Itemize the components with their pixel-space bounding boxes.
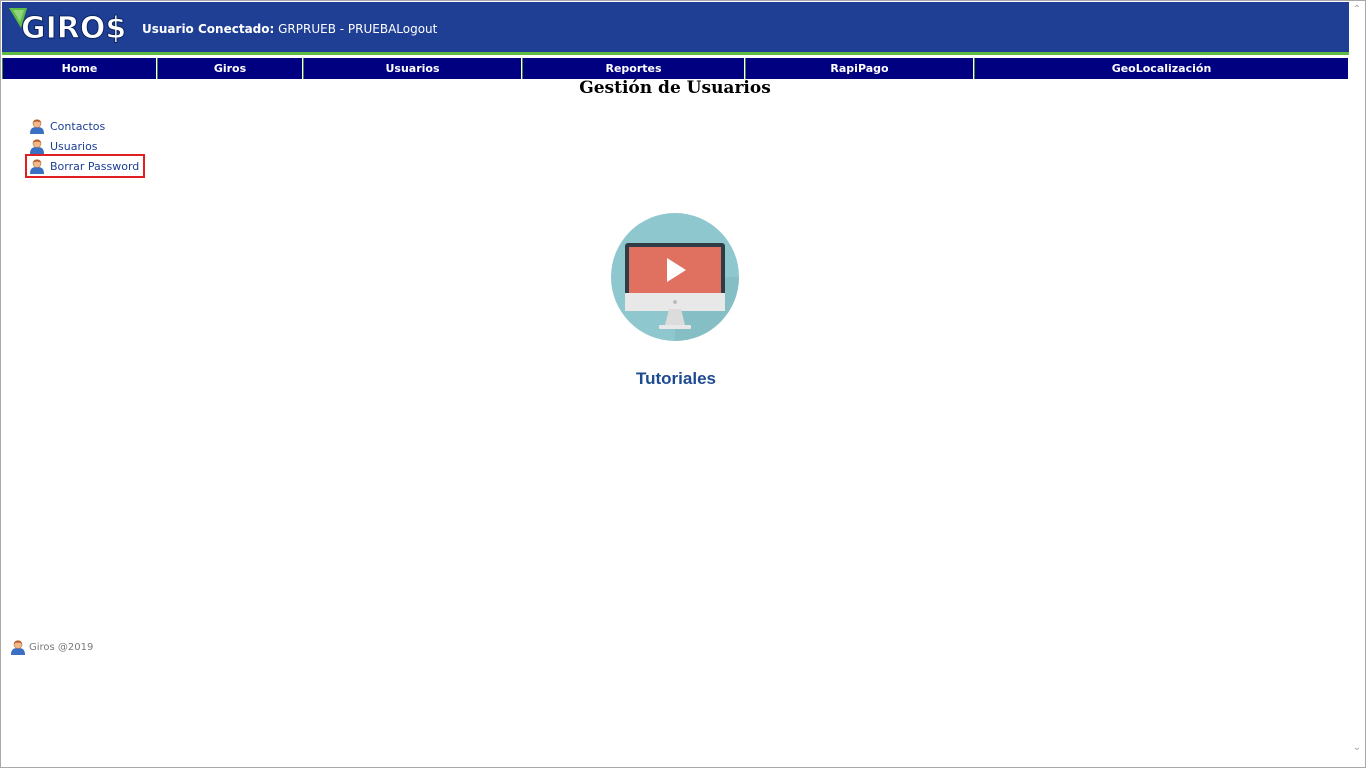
user-icon (30, 139, 44, 154)
nav-home[interactable]: Home (2, 58, 156, 79)
giros-logo[interactable]: GIRO$ (7, 6, 129, 48)
menu-item-contactos[interactable]: Contactos (29, 118, 105, 134)
nav-rapipago[interactable]: RapiPago (745, 58, 973, 79)
logout-link[interactable]: Logout (396, 22, 437, 36)
menu-item-label: Borrar Password (50, 159, 140, 173)
nav-giros[interactable]: Giros (157, 58, 302, 79)
menu-item-usuarios[interactable]: Usuarios (29, 138, 98, 154)
menu-item-label: Usuarios (50, 139, 98, 153)
header-bar: GIRO$ Usuario Conectado: GRPRUEB - PRUEB… (2, 2, 1349, 52)
menu-item-borrar-password[interactable]: Borrar Password (24, 154, 146, 178)
user-icon (11, 640, 25, 655)
user-icon (30, 159, 44, 174)
menu-item-label: Contactos (50, 119, 106, 133)
main-nav: Home Giros Usuarios Reportes RapiPago Ge… (2, 57, 1349, 80)
connected-user-value: GRPRUEB - PRUEBA (278, 22, 397, 36)
page-title: Gestión de Usuarios (579, 78, 771, 98)
footer-text: Giros @2019 (29, 641, 94, 653)
user-icon (30, 119, 44, 134)
connected-user-label: Usuario Conectado: (142, 22, 275, 36)
video-tutorial-icon[interactable] (611, 213, 739, 341)
nav-geolocalizacion[interactable]: GeoLocalización (974, 58, 1348, 79)
nav-reportes[interactable]: Reportes (522, 58, 744, 79)
footer: Giros @2019 (10, 639, 93, 655)
connected-user-info: Usuario Conectado: GRPRUEB - PRUEBALogou… (142, 22, 437, 36)
scroll-down-icon[interactable]: ⌄ (1352, 743, 1362, 753)
vertical-scrollbar[interactable]: ⌃ ⌄ (1349, 1, 1365, 767)
scroll-up-icon[interactable]: ⌃ (1352, 5, 1362, 15)
nav-usuarios[interactable]: Usuarios (303, 58, 521, 79)
logo-text: GIRO$ (21, 11, 126, 46)
tutorial-link[interactable]: Tutoriales (0, 369, 1352, 389)
